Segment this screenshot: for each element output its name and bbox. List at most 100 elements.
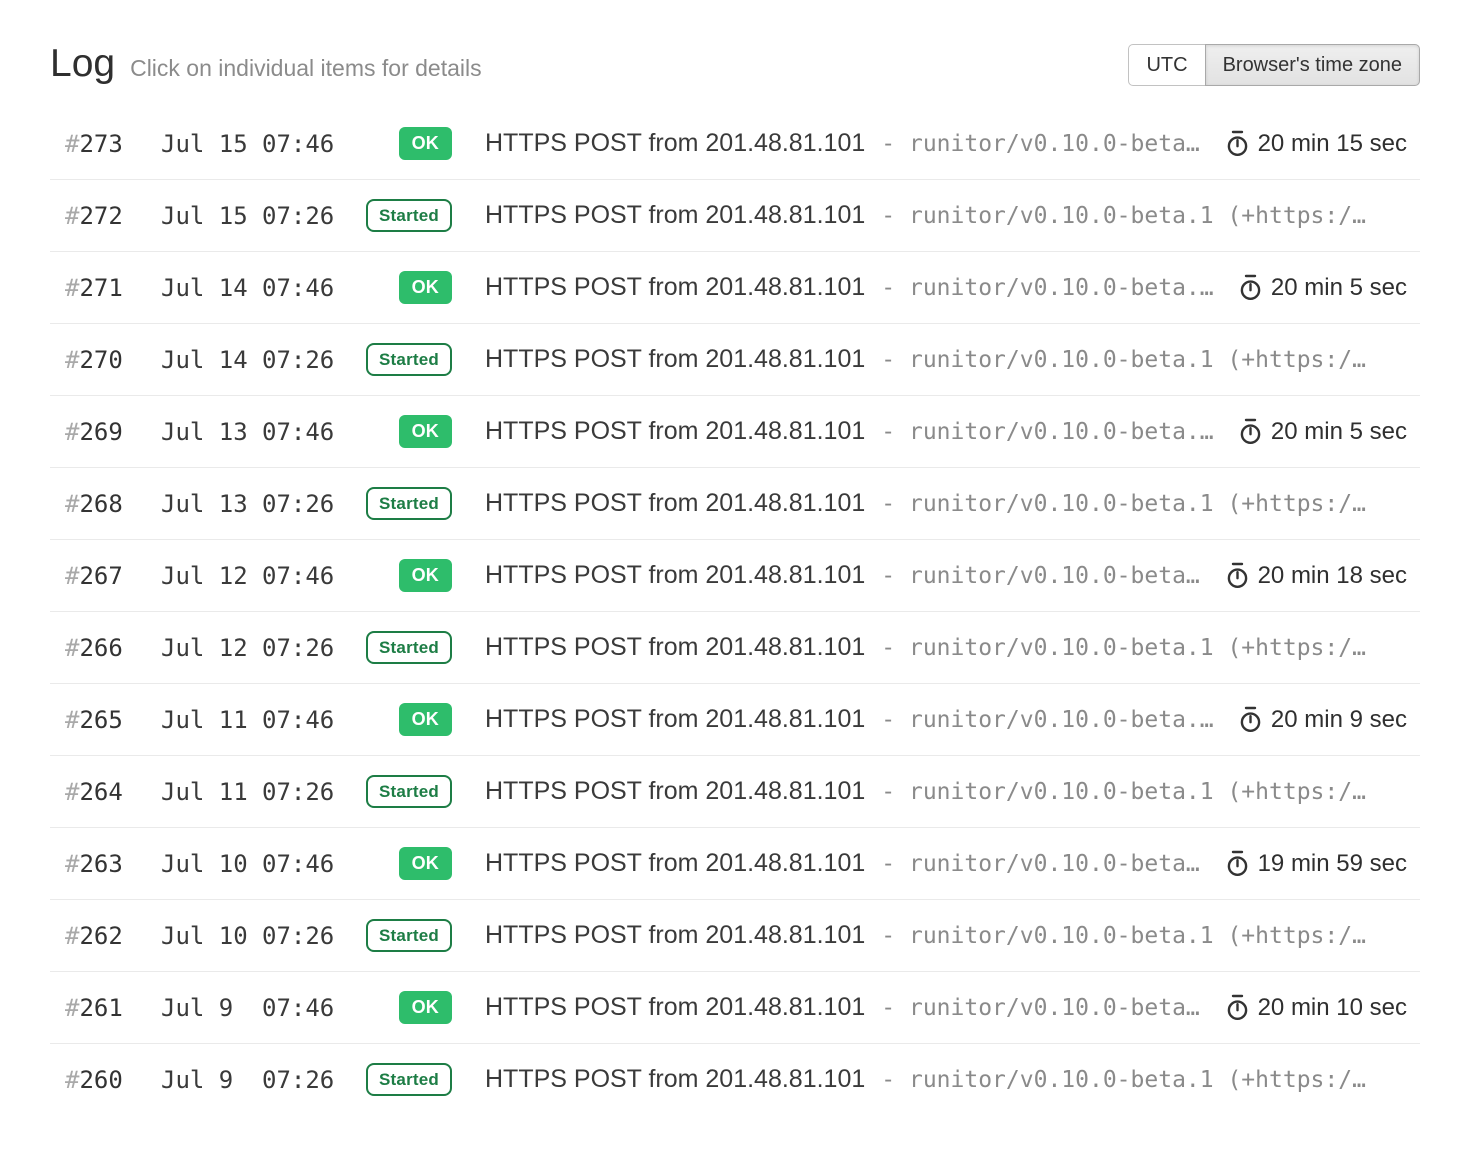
event-description: HTTPS POST from 201.48.81.101 - runitor/… (485, 993, 1208, 1022)
event-message: HTTPS POST from 201.48.81.101 (485, 633, 865, 662)
event-date: Jul 14 (161, 346, 262, 374)
status-badge-cell: Started (342, 487, 452, 520)
log-row[interactable]: #266 Jul 12 07:26 Started HTTPS POST fro… (50, 612, 1420, 684)
log-row[interactable]: #262 Jul 10 07:26 Started HTTPS POST fro… (50, 900, 1420, 972)
event-id: 263 (79, 850, 122, 878)
title-wrap: Log Click on individual items for detail… (50, 42, 482, 86)
status-badge: Started (366, 1063, 452, 1096)
status-badge: Started (366, 343, 452, 376)
event-number: #272 (65, 202, 161, 230)
user-agent: - runitor/v0.10.0-beta.1 (+https:/… (881, 635, 1366, 661)
browser-timezone-button[interactable]: Browser's time zone (1205, 44, 1420, 86)
event-description: HTTPS POST from 201.48.81.101 - runitor/… (485, 561, 1208, 590)
user-agent: - runitor/v0.10.0-beta.1 (+https:/… (881, 563, 1207, 589)
event-duration: 20 min 5 sec (1239, 418, 1407, 446)
status-badge: OK (399, 415, 452, 448)
log-row[interactable]: #264 Jul 11 07:26 Started HTTPS POST fro… (50, 756, 1420, 828)
event-id: 264 (79, 778, 122, 806)
status-badge: Started (366, 631, 452, 664)
user-agent: - runitor/v0.10.0-beta.1 (+https:/… (881, 707, 1221, 733)
user-agent: - runitor/v0.10.0-beta.1 (+https:/… (881, 1067, 1366, 1093)
user-agent: - runitor/v0.10.0-beta.1 (+https:/… (881, 779, 1366, 805)
page-title: Log (50, 42, 115, 86)
page-subtitle: Click on individual items for details (130, 55, 482, 82)
event-message: HTTPS POST from 201.48.81.101 (485, 849, 865, 878)
event-duration-text: 20 min 9 sec (1271, 706, 1407, 734)
log-row[interactable]: #270 Jul 14 07:26 Started HTTPS POST fro… (50, 324, 1420, 396)
utc-button[interactable]: UTC (1128, 44, 1205, 86)
event-time: 07:26 (262, 922, 342, 950)
log-row[interactable]: #268 Jul 13 07:26 Started HTTPS POST fro… (50, 468, 1420, 540)
hash-prefix: # (65, 130, 79, 158)
event-message: HTTPS POST from 201.48.81.101 (485, 345, 865, 374)
log-row[interactable]: #263 Jul 10 07:46 OK HTTPS POST from 201… (50, 828, 1420, 900)
user-agent: - runitor/v0.10.0-beta.1 (+https:/… (881, 131, 1207, 157)
event-number: #261 (65, 994, 161, 1022)
status-badge: OK (399, 991, 452, 1024)
hash-prefix: # (65, 418, 79, 446)
event-description: HTTPS POST from 201.48.81.101 - runitor/… (485, 633, 1407, 662)
log-row[interactable]: #272 Jul 15 07:26 Started HTTPS POST fro… (50, 180, 1420, 252)
log-row[interactable]: #260 Jul 9 07:26 Started HTTPS POST from… (50, 1044, 1420, 1115)
event-description: HTTPS POST from 201.48.81.101 - runitor/… (485, 1065, 1407, 1094)
hash-prefix: # (65, 706, 79, 734)
event-time: 07:46 (262, 274, 342, 302)
event-date: Jul 15 (161, 202, 262, 230)
status-badge: Started (366, 199, 452, 232)
status-badge-cell: Started (342, 199, 452, 232)
event-message: HTTPS POST from 201.48.81.101 (485, 561, 865, 590)
status-badge-cell: OK (342, 847, 452, 880)
event-time: 07:26 (262, 1066, 342, 1094)
event-time: 07:46 (262, 418, 342, 446)
event-date: Jul 13 (161, 490, 262, 518)
log-row[interactable]: #269 Jul 13 07:46 OK HTTPS POST from 201… (50, 396, 1420, 468)
event-time: 07:46 (262, 850, 342, 878)
event-description: HTTPS POST from 201.48.81.101 - runitor/… (485, 777, 1407, 806)
user-agent: - runitor/v0.10.0-beta.1 (+https:/… (881, 203, 1366, 229)
status-badge-cell: Started (342, 919, 452, 952)
event-duration: 20 min 15 sec (1226, 130, 1407, 158)
status-badge-cell: Started (342, 775, 452, 808)
log-table: #273 Jul 15 07:46 OK HTTPS POST from 201… (50, 108, 1420, 1115)
event-date: Jul 12 (161, 634, 262, 662)
event-number: #265 (65, 706, 161, 734)
event-number: #271 (65, 274, 161, 302)
event-description: HTTPS POST from 201.48.81.101 - runitor/… (485, 489, 1407, 518)
event-id: 260 (79, 1066, 122, 1094)
log-row[interactable]: #271 Jul 14 07:46 OK HTTPS POST from 201… (50, 252, 1420, 324)
hash-prefix: # (65, 562, 79, 590)
event-duration: 20 min 9 sec (1239, 706, 1407, 734)
event-description: HTTPS POST from 201.48.81.101 - runitor/… (485, 705, 1221, 734)
log-row[interactable]: #261 Jul 9 07:46 OK HTTPS POST from 201.… (50, 972, 1420, 1044)
status-badge-cell: Started (342, 343, 452, 376)
event-description: HTTPS POST from 201.48.81.101 - runitor/… (485, 201, 1407, 230)
event-date: Jul 14 (161, 274, 262, 302)
event-id: 270 (79, 346, 122, 374)
event-date: Jul 10 (161, 850, 262, 878)
event-message: HTTPS POST from 201.48.81.101 (485, 273, 865, 302)
event-id: 265 (79, 706, 122, 734)
status-badge: OK (399, 127, 452, 160)
event-duration-text: 19 min 59 sec (1258, 850, 1407, 878)
status-badge-cell: OK (342, 559, 452, 592)
log-row[interactable]: #273 Jul 15 07:46 OK HTTPS POST from 201… (50, 108, 1420, 180)
log-row[interactable]: #267 Jul 12 07:46 OK HTTPS POST from 201… (50, 540, 1420, 612)
event-id: 272 (79, 202, 122, 230)
event-time: 07:46 (262, 994, 342, 1022)
event-time: 07:26 (262, 202, 342, 230)
hash-prefix: # (65, 274, 79, 302)
event-duration-text: 20 min 10 sec (1258, 994, 1407, 1022)
event-time: 07:26 (262, 778, 342, 806)
status-badge: OK (399, 271, 452, 304)
user-agent: - runitor/v0.10.0-beta.1 (+https:/… (881, 923, 1366, 949)
event-description: HTTPS POST from 201.48.81.101 - runitor/… (485, 273, 1221, 302)
status-badge: Started (366, 775, 452, 808)
hash-prefix: # (65, 346, 79, 374)
status-badge: Started (366, 919, 452, 952)
event-time: 07:46 (262, 130, 342, 158)
status-badge-cell: Started (342, 1063, 452, 1096)
log-row[interactable]: #265 Jul 11 07:46 OK HTTPS POST from 201… (50, 684, 1420, 756)
event-duration: 20 min 10 sec (1226, 994, 1407, 1022)
page-header: Log Click on individual items for detail… (50, 42, 1420, 86)
event-number: #268 (65, 490, 161, 518)
